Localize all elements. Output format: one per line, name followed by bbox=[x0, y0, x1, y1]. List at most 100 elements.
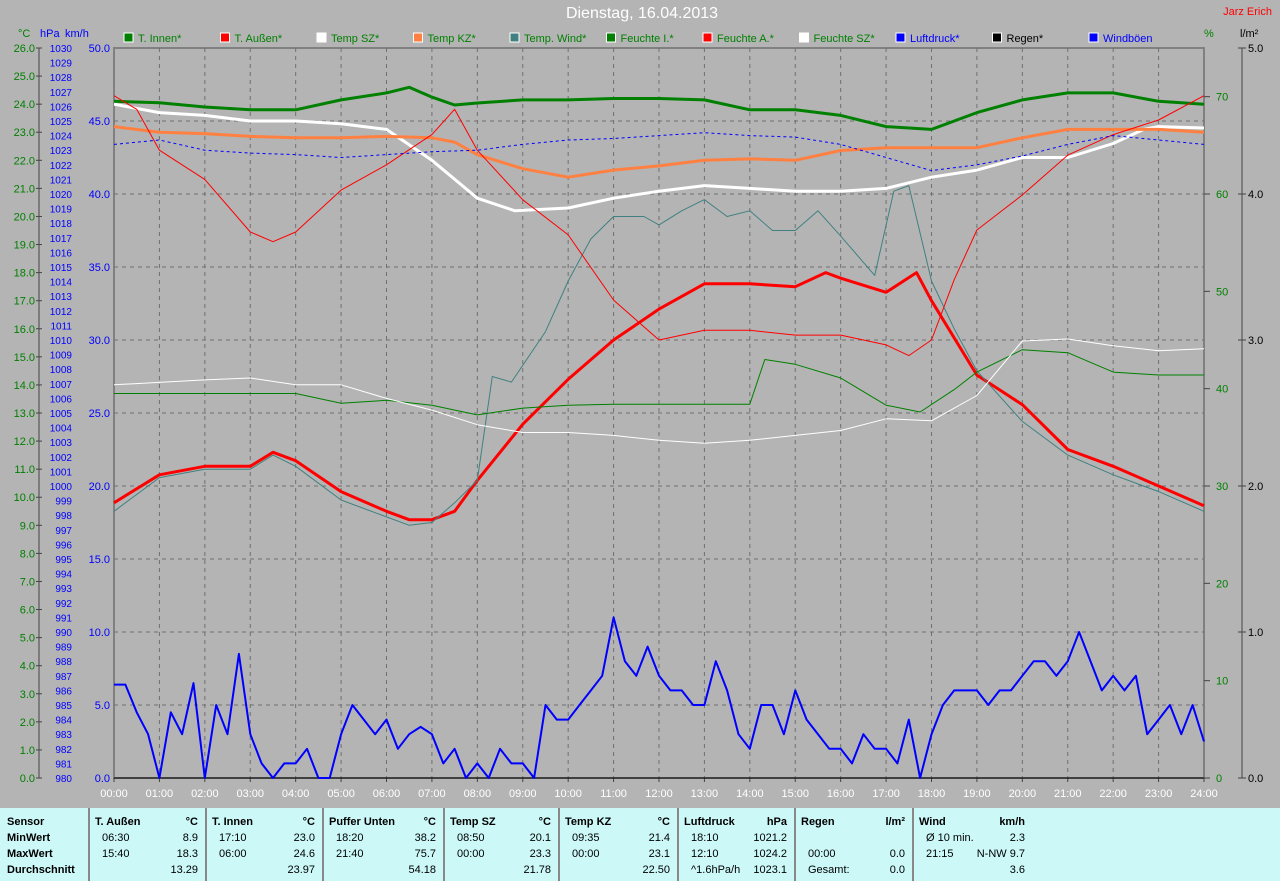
column-header: T. Außen bbox=[95, 816, 141, 828]
hpa-tick-label: 984 bbox=[55, 716, 72, 727]
hpa-tick-label: 989 bbox=[55, 643, 72, 654]
legend-label: Feuchte I.* bbox=[621, 33, 675, 45]
row-value: 8.9 bbox=[182, 832, 198, 844]
row-label: Durchschnitt bbox=[7, 864, 75, 876]
hpa-tick-label: 981 bbox=[55, 759, 72, 770]
row-value: 1023.1 bbox=[753, 864, 787, 876]
percent-tick-label: 10 bbox=[1216, 676, 1228, 688]
row-label: 00:00 bbox=[457, 848, 485, 860]
hpa-tick-label: 1007 bbox=[50, 380, 73, 391]
author-label: Jarz Erich bbox=[1223, 6, 1272, 18]
celsius-tick-label: 11.0 bbox=[14, 464, 35, 476]
time-tick-label: 09:00 bbox=[509, 788, 537, 800]
kmh-tick-label: 35.0 bbox=[89, 262, 110, 274]
hpa-tick-label: 990 bbox=[55, 628, 72, 639]
time-tick-label: 07:00 bbox=[418, 788, 446, 800]
legend-swatch bbox=[702, 32, 713, 43]
hpa-tick-label: 1023 bbox=[50, 146, 73, 157]
row-value: 38.2 bbox=[414, 832, 436, 844]
hpa-tick-label: 1011 bbox=[50, 321, 72, 332]
column-unit: °C bbox=[538, 816, 551, 828]
time-tick-label: 24:00 bbox=[1190, 788, 1218, 800]
legend-label: Temp KZ* bbox=[428, 33, 477, 45]
celsius-tick-label: 18.0 bbox=[14, 268, 35, 280]
rain-tick-label: 1.0 bbox=[1248, 627, 1263, 639]
hpa-tick-label: 986 bbox=[55, 686, 72, 697]
row-label: 21:40 bbox=[336, 848, 364, 860]
hpa-tick-label: 1018 bbox=[50, 219, 73, 230]
time-tick-label: 02:00 bbox=[191, 788, 219, 800]
celsius-tick-label: 26.0 bbox=[14, 43, 35, 55]
row-value: 18.3 bbox=[176, 848, 198, 860]
row-label: 17:10 bbox=[219, 832, 247, 844]
hpa-tick-label: 982 bbox=[55, 745, 72, 756]
unit-rain: l/m² bbox=[1240, 28, 1259, 40]
hpa-tick-label: 985 bbox=[55, 701, 72, 712]
rain-tick-label: 0.0 bbox=[1248, 773, 1263, 785]
time-tick-label: 20:00 bbox=[1009, 788, 1037, 800]
column-header: Wind bbox=[919, 816, 946, 828]
celsius-tick-label: 9.0 bbox=[20, 520, 35, 532]
row-value: 0.0 bbox=[889, 848, 905, 860]
unit-celsius: °C bbox=[18, 28, 31, 40]
hpa-tick-label: 1028 bbox=[50, 73, 73, 84]
weather-chart: T. Innen* T. Außen* Temp SZ* Temp KZ* Temp. … bbox=[14, 32, 1263, 800]
row-value: 1024.2 bbox=[753, 848, 787, 860]
hpa-tick-label: 1021 bbox=[50, 175, 73, 186]
column-unit: hPa bbox=[766, 816, 787, 828]
celsius-tick-label: 10.0 bbox=[14, 492, 35, 504]
kmh-tick-label: 15.0 bbox=[89, 554, 110, 566]
table-column: Temp SZ °C 08:50 20.1 00:00 23.3 21.78 bbox=[443, 808, 560, 881]
legend-swatch bbox=[509, 32, 520, 43]
celsius-tick-label: 4.0 bbox=[20, 661, 35, 673]
celsius-tick-label: 5.0 bbox=[20, 633, 35, 645]
kmh-tick-label: 20.0 bbox=[89, 481, 110, 493]
table-column: Regen l/m² 00:00 0.0 Gesamt: 0.0 bbox=[794, 808, 914, 881]
table-column: T. Innen °C 17:10 23.0 06:00 24.6 23.97 bbox=[205, 808, 324, 881]
hpa-tick-label: 1003 bbox=[50, 438, 73, 449]
hpa-tick-label: 1020 bbox=[50, 190, 73, 201]
legend-label: Feuchte A.* bbox=[717, 33, 775, 45]
hpa-tick-label: 999 bbox=[55, 497, 72, 508]
percent-tick-label: 60 bbox=[1216, 189, 1228, 201]
hpa-tick-label: 1005 bbox=[50, 409, 73, 420]
hpa-tick-label: 1012 bbox=[50, 307, 73, 318]
kmh-tick-label: 45.0 bbox=[89, 116, 110, 128]
legend-swatch bbox=[992, 32, 1002, 43]
percent-tick-label: 40 bbox=[1216, 384, 1228, 396]
column-unit: km/h bbox=[999, 816, 1025, 828]
time-tick-label: 17:00 bbox=[872, 788, 900, 800]
percent-tick-label: 50 bbox=[1216, 286, 1228, 298]
row-value: 54.18 bbox=[408, 864, 436, 876]
row-label: 21:15 bbox=[926, 848, 954, 860]
celsius-tick-label: 13.0 bbox=[14, 408, 35, 420]
column-unit: °C bbox=[423, 816, 436, 828]
row-label: 18:10 bbox=[691, 832, 719, 844]
time-tick-label: 05:00 bbox=[327, 788, 355, 800]
time-tick-label: 10:00 bbox=[554, 788, 582, 800]
row-value: 23.0 bbox=[293, 832, 315, 844]
row-label: MaxWert bbox=[7, 848, 53, 860]
time-tick-label: 12:00 bbox=[645, 788, 673, 800]
time-tick-label: 21:00 bbox=[1054, 788, 1082, 800]
hpa-tick-label: 1013 bbox=[50, 292, 73, 303]
row-label: 09:35 bbox=[572, 832, 600, 844]
column-unit: °C bbox=[657, 816, 670, 828]
legend-label: T. Außen* bbox=[235, 33, 283, 45]
legend-swatch bbox=[1088, 32, 1099, 43]
celsius-tick-label: 19.0 bbox=[14, 240, 35, 252]
table-column: Luftdruck hPa 18:10 1021.2 12:10 1024.2 ^1.6hP… bbox=[677, 808, 796, 881]
column-unit: l/m² bbox=[885, 816, 905, 828]
time-tick-label: 03:00 bbox=[236, 788, 264, 800]
row-value: 23.1 bbox=[648, 848, 670, 860]
hpa-tick-label: 1009 bbox=[50, 351, 73, 362]
row-label: 08:50 bbox=[457, 832, 485, 844]
row-label: MinWert bbox=[7, 832, 51, 844]
hpa-tick-label: 1002 bbox=[50, 453, 73, 464]
row-value: 21.4 bbox=[648, 832, 670, 844]
hpa-tick-label: 983 bbox=[55, 730, 72, 741]
legend-label: Feuchte SZ* bbox=[814, 33, 876, 45]
column-header: Luftdruck bbox=[684, 816, 735, 828]
time-tick-label: 00:00 bbox=[100, 788, 128, 800]
column-header: Puffer Unten bbox=[329, 816, 395, 828]
